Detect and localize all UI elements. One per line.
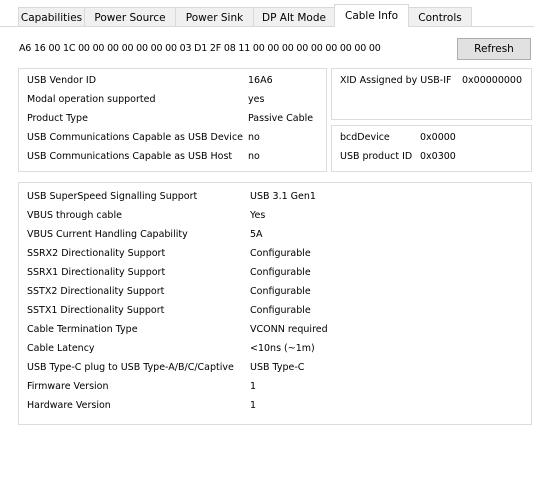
cable-label: Cable Latency xyxy=(27,343,95,354)
identity-row: USB Communications Capable as USB Host n… xyxy=(19,149,326,168)
cable-row: SSRX2 Directionality Support Configurabl… xyxy=(19,246,531,265)
identity-row: Modal operation supported yes xyxy=(19,92,326,111)
cable-row: SSTX2 Directionality Support Configurabl… xyxy=(19,284,531,303)
cable-row: Firmware Version 1 xyxy=(19,379,531,398)
xid-row: XID Assigned by USB-IF 0x00000000 xyxy=(332,73,531,92)
product-value: 0x0000 xyxy=(420,132,456,143)
cable-value: Configurable xyxy=(250,286,311,297)
cable-info-panel: USB SuperSpeed Signalling Support USB 3.… xyxy=(18,182,532,425)
tab-capabilities[interactable]: Capabilities xyxy=(18,7,85,27)
xid-label: XID Assigned by USB-IF xyxy=(340,75,452,86)
identity-value: no xyxy=(248,132,260,143)
identity-panel: USB Vendor ID 16A6 Modal operation suppo… xyxy=(18,68,327,172)
tab-power-sink[interactable]: Power Sink xyxy=(175,7,254,27)
cable-label: SSTX2 Directionality Support xyxy=(27,286,165,297)
cable-value: Configurable xyxy=(250,267,311,278)
identity-label: USB Communications Capable as USB Device xyxy=(27,132,244,143)
cable-row: SSRX1 Directionality Support Configurabl… xyxy=(19,265,531,284)
cable-label: Hardware Version xyxy=(27,400,111,411)
product-row: USB product ID 0x0300 xyxy=(332,149,531,168)
cable-value: <10ns (~1m) xyxy=(250,343,315,354)
cable-value: Yes xyxy=(250,210,266,221)
identity-label: Modal operation supported xyxy=(27,94,156,105)
identity-label: USB Vendor ID xyxy=(27,75,97,86)
xid-value: 0x00000000 xyxy=(462,75,523,86)
product-label: USB product ID xyxy=(340,151,413,162)
identity-label: Product Type xyxy=(27,113,88,124)
product-panel: bcdDevice 0x0000 USB product ID 0x0300 xyxy=(331,125,532,172)
cable-row: Cable Latency <10ns (~1m) xyxy=(19,341,531,360)
tab-dp-alt-mode[interactable]: DP Alt Mode xyxy=(253,7,335,27)
cable-row: USB SuperSpeed Signalling Support USB 3.… xyxy=(19,189,531,208)
cable-label: SSRX1 Directionality Support xyxy=(27,267,166,278)
identity-value: no xyxy=(248,151,260,162)
identity-value: Passive Cable xyxy=(248,113,314,124)
tab-bar: Capabilities Power Source Power Sink DP … xyxy=(0,0,534,27)
cable-row: Cable Termination Type VCONN required xyxy=(19,322,531,341)
refresh-button[interactable]: Refresh xyxy=(457,38,531,60)
cable-value: USB 3.1 Gen1 xyxy=(250,191,316,202)
cable-value: VCONN required xyxy=(250,324,328,335)
cable-value: 1 xyxy=(250,381,257,392)
cable-value: USB Type-C xyxy=(250,362,305,373)
cable-row: USB Type-C plug to USB Type-A/B/C/Captiv… xyxy=(19,360,531,379)
identity-value: yes xyxy=(248,94,265,105)
cable-row: Hardware Version 1 xyxy=(19,398,531,417)
xid-panel: XID Assigned by USB-IF 0x00000000 xyxy=(331,68,532,120)
product-row: bcdDevice 0x0000 xyxy=(332,130,531,149)
cable-label: USB SuperSpeed Signalling Support xyxy=(27,191,198,202)
cable-value: Configurable xyxy=(250,248,311,259)
cable-value: Configurable xyxy=(250,305,311,316)
product-label: bcdDevice xyxy=(340,132,390,143)
cable-value: 1 xyxy=(250,400,257,411)
identity-label: USB Communications Capable as USB Host xyxy=(27,151,233,162)
product-value: 0x0300 xyxy=(420,151,456,162)
cable-row: VBUS through cable Yes xyxy=(19,208,531,227)
cable-label: SSRX2 Directionality Support xyxy=(27,248,166,259)
tab-power-source[interactable]: Power Source xyxy=(84,7,176,27)
cable-row: SSTX1 Directionality Support Configurabl… xyxy=(19,303,531,322)
identity-row: USB Vendor ID 16A6 xyxy=(19,73,326,92)
cable-label: USB Type-C plug to USB Type-A/B/C/Captiv… xyxy=(27,362,234,373)
raw-hex-data: A6 16 00 1C 00 00 00 00 00 00 00 03 D1 2… xyxy=(19,43,381,54)
cable-label: Cable Termination Type xyxy=(27,324,138,335)
tab-controls[interactable]: Controls xyxy=(408,7,472,27)
cable-label: VBUS through cable xyxy=(27,210,122,221)
identity-value: 16A6 xyxy=(248,75,273,86)
tab-cable-info[interactable]: Cable Info xyxy=(334,4,409,27)
identity-row: USB Communications Capable as USB Device… xyxy=(19,130,326,149)
cable-row: VBUS Current Handling Capability 5A xyxy=(19,227,531,246)
identity-row: Product Type Passive Cable xyxy=(19,111,326,130)
cable-value: 5A xyxy=(250,229,263,240)
cable-label: SSTX1 Directionality Support xyxy=(27,305,165,316)
cable-label: Firmware Version xyxy=(27,381,109,392)
cable-label: VBUS Current Handling Capability xyxy=(27,229,188,240)
